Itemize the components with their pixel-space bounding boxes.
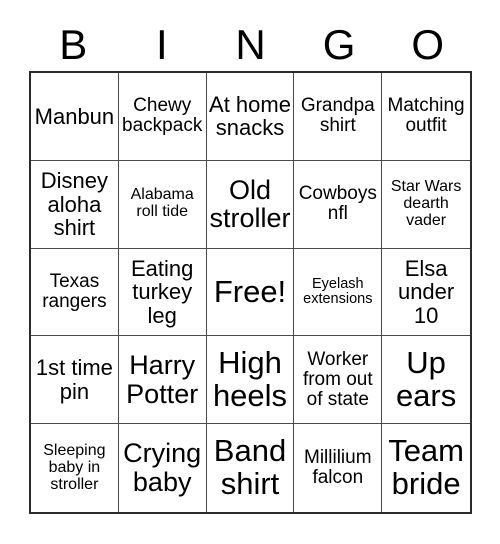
bingo-cell-n4[interactable]: High heels — [206, 336, 295, 425]
bingo-cell-b5[interactable]: Sleeping baby in stroller — [31, 424, 119, 512]
bingo-cell-i4[interactable]: Harry Potter — [118, 336, 207, 425]
bingo-header-letter-o: O — [411, 20, 444, 68]
bingo-cell-label: Harry Potter — [126, 350, 199, 409]
bingo-cell-label: Crying baby — [123, 438, 202, 498]
bingo-cell-o2[interactable]: Star Wars dearth vader — [382, 160, 470, 249]
bingo-header-letter-n: N — [235, 20, 266, 68]
bingo-cell-label: Disney aloha shirt — [40, 168, 109, 240]
bingo-cell-n1[interactable]: At home snacks — [206, 73, 295, 161]
bingo-cell-o4[interactable]: Up ears — [382, 336, 470, 425]
bingo-cell-free-space[interactable]: Free! — [206, 248, 295, 337]
bingo-cell-label: Cowboys nfl — [298, 183, 377, 225]
bingo-cell-g4[interactable]: Worker from out of state — [294, 336, 383, 425]
bingo-header-row: B I N G O — [29, 18, 472, 71]
bingo-cell-i2[interactable]: Alabama roll tide — [118, 160, 207, 249]
bingo-cell-label: Team bride — [388, 433, 464, 502]
bingo-cell-o5[interactable]: Team bride — [382, 424, 470, 512]
bingo-cell-label: Grandpa shirt — [300, 95, 375, 137]
bingo-cell-b2[interactable]: Disney aloha shirt — [31, 160, 119, 249]
bingo-cell-label: At home snacks — [209, 92, 291, 141]
bingo-cell-g3[interactable]: Eyelash extensions — [294, 248, 383, 337]
bingo-cell-label: Manbun — [34, 103, 115, 129]
bingo-cell-b4[interactable]: 1st time pin — [31, 336, 119, 425]
bingo-cell-g2[interactable]: Cowboys nfl — [294, 160, 383, 249]
bingo-cell-label: Band shirt — [213, 433, 287, 502]
bingo-cell-o1[interactable]: Matching outfit — [382, 73, 470, 161]
bingo-cell-label: Eating turkey leg — [131, 256, 194, 328]
bingo-header-letter-g: G — [322, 20, 356, 68]
bingo-cell-label: Elsa under 10 — [397, 256, 455, 328]
bingo-cell-label: Alabama roll tide — [130, 186, 194, 221]
bingo-cell-label: Sleeping baby in stroller — [43, 441, 106, 493]
bingo-cell-n5[interactable]: Band shirt — [206, 424, 295, 512]
bingo-cell-b3[interactable]: Texas rangers — [31, 248, 119, 337]
bingo-free-space-label: Free! — [213, 273, 287, 309]
bingo-cell-label: Chewy backpack — [122, 95, 203, 137]
bingo-cell-i5[interactable]: Crying baby — [118, 424, 207, 512]
bingo-cell-label: Worker from out of state — [302, 348, 373, 410]
bingo-header-letter-i: I — [156, 20, 168, 68]
bingo-cell-label: 1st time pin — [35, 355, 113, 404]
bingo-cell-label: Up ears — [395, 344, 457, 413]
bingo-header-letter-b: B — [59, 20, 88, 68]
bingo-grid: Manbun Chewy backpack At home snacks Gra… — [29, 71, 472, 514]
bingo-cell-label: Old stroller — [209, 174, 291, 234]
bingo-cell-label: High heels — [212, 344, 288, 413]
bingo-cell-n2[interactable]: Old stroller — [206, 160, 295, 249]
bingo-cell-o3[interactable]: Elsa under 10 — [382, 248, 470, 337]
bingo-cell-label: Texas rangers — [42, 270, 107, 312]
bingo-cell-i3[interactable]: Eating turkey leg — [118, 248, 207, 337]
bingo-card: B I N G O Manbun Chewy backpack At home … — [0, 0, 500, 544]
bingo-cell-g1[interactable]: Grandpa shirt — [294, 73, 383, 161]
bingo-cell-label: Millilium falcon — [304, 446, 372, 489]
bingo-cell-label: Eyelash extensions — [303, 275, 373, 307]
bingo-cell-b1[interactable]: Manbun — [31, 73, 119, 161]
bingo-cell-g5[interactable]: Millilium falcon — [294, 424, 383, 512]
bingo-cell-i1[interactable]: Chewy backpack — [118, 73, 207, 161]
bingo-cell-label: Star Wars dearth vader — [390, 177, 462, 229]
bingo-cell-label: Matching outfit — [387, 95, 465, 137]
